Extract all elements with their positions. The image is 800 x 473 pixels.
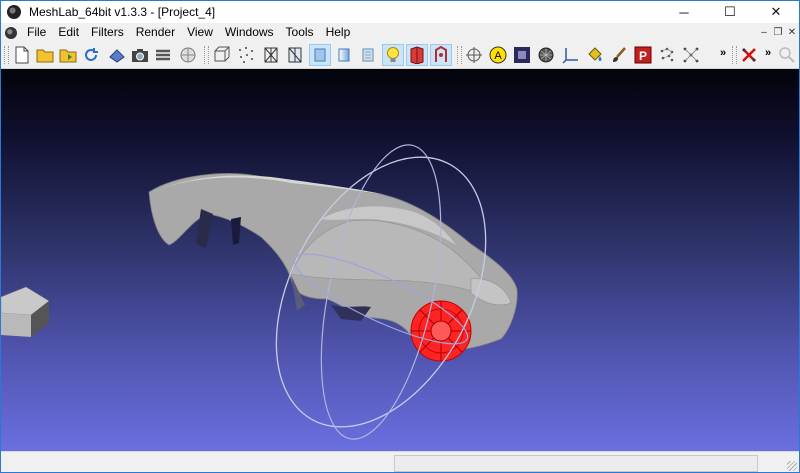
save-icon[interactable] bbox=[106, 44, 128, 66]
mdi-minimize-button[interactable]: – bbox=[757, 23, 771, 42]
annotation-a-icon[interactable]: A bbox=[487, 44, 509, 66]
hidden-lines-icon[interactable] bbox=[284, 44, 306, 66]
menu-filters[interactable]: Filters bbox=[85, 23, 130, 42]
align-tool-icon[interactable] bbox=[680, 44, 702, 66]
globe-icon[interactable] bbox=[177, 44, 199, 66]
mdi-close-button[interactable]: ✕ bbox=[785, 23, 799, 42]
pick-points-icon[interactable]: P bbox=[632, 44, 654, 66]
points-icon[interactable] bbox=[235, 44, 257, 66]
svg-text:P: P bbox=[639, 49, 647, 63]
wireframe-icon[interactable] bbox=[260, 44, 282, 66]
brush-icon[interactable] bbox=[608, 44, 630, 66]
close-mesh-icon[interactable] bbox=[738, 44, 760, 66]
flat-shading-icon[interactable] bbox=[309, 44, 331, 66]
menu-bar: File Edit Filters Render View Windows To… bbox=[1, 23, 799, 42]
crosshair-icon[interactable] bbox=[463, 44, 485, 66]
title-bar[interactable]: MeshLab_64bit v1.3.3 - [Project_4] ─ ☐ ✕ bbox=[1, 1, 799, 23]
layers-icon[interactable] bbox=[152, 44, 174, 66]
menu-windows[interactable]: Windows bbox=[219, 23, 280, 42]
menu-view[interactable]: View bbox=[181, 23, 219, 42]
snapshot-icon[interactable] bbox=[129, 44, 151, 66]
light-bulb-icon[interactable] bbox=[382, 44, 404, 66]
import-mesh-icon[interactable] bbox=[57, 44, 79, 66]
paint-bucket-icon[interactable] bbox=[584, 44, 606, 66]
select-vertices-icon[interactable] bbox=[535, 44, 557, 66]
render-canvas[interactable] bbox=[1, 69, 799, 451]
document-system-icon[interactable] bbox=[5, 26, 17, 39]
toolbar-grip[interactable] bbox=[457, 46, 462, 64]
texture-icon[interactable] bbox=[357, 44, 379, 66]
maximize-button[interactable]: ☐ bbox=[707, 1, 753, 23]
zoom-icon[interactable] bbox=[776, 44, 798, 66]
menu-edit[interactable]: Edit bbox=[52, 23, 85, 42]
toolbar-overflow-button[interactable]: » bbox=[720, 47, 726, 59]
double-side-lighting-icon[interactable] bbox=[406, 44, 428, 66]
menu-tools[interactable]: Tools bbox=[280, 23, 320, 42]
new-document-icon[interactable] bbox=[11, 44, 33, 66]
main-toolbar: A P » » bbox=[1, 42, 799, 69]
menu-help[interactable]: Help bbox=[320, 23, 357, 42]
smooth-shading-icon[interactable] bbox=[333, 44, 355, 66]
minimize-button[interactable]: ─ bbox=[661, 1, 707, 23]
menu-render[interactable]: Render bbox=[130, 23, 181, 42]
axes-icon[interactable] bbox=[560, 44, 582, 66]
window-title: MeshLab_64bit v1.3.3 - [Project_4] bbox=[29, 5, 216, 19]
toolbar-grip[interactable] bbox=[732, 46, 737, 64]
status-progress-field bbox=[394, 455, 758, 472]
resize-grip[interactable] bbox=[787, 461, 797, 471]
svg-text:A: A bbox=[494, 50, 502, 62]
meshlab-logo-icon bbox=[7, 5, 21, 19]
status-bar bbox=[1, 451, 799, 472]
toolbar-overflow-button-2[interactable]: » bbox=[765, 47, 771, 59]
3d-viewport[interactable] bbox=[1, 69, 799, 451]
box-mesh bbox=[1, 286, 50, 337]
meshlab-window: MeshLab_64bit v1.3.3 - [Project_4] ─ ☐ ✕… bbox=[0, 0, 800, 473]
open-folder-icon[interactable] bbox=[34, 44, 56, 66]
close-button[interactable]: ✕ bbox=[753, 1, 799, 23]
fancy-lighting-icon[interactable] bbox=[430, 44, 452, 66]
bounding-box-icon[interactable] bbox=[211, 44, 233, 66]
measure-icon[interactable] bbox=[511, 44, 533, 66]
align-icon[interactable] bbox=[656, 44, 678, 66]
menu-file[interactable]: File bbox=[21, 23, 52, 42]
mdi-restore-button[interactable]: ❐ bbox=[771, 23, 785, 42]
toolbar-grip[interactable] bbox=[4, 46, 9, 64]
reload-icon[interactable] bbox=[80, 44, 102, 66]
toolbar-grip[interactable] bbox=[204, 46, 209, 64]
